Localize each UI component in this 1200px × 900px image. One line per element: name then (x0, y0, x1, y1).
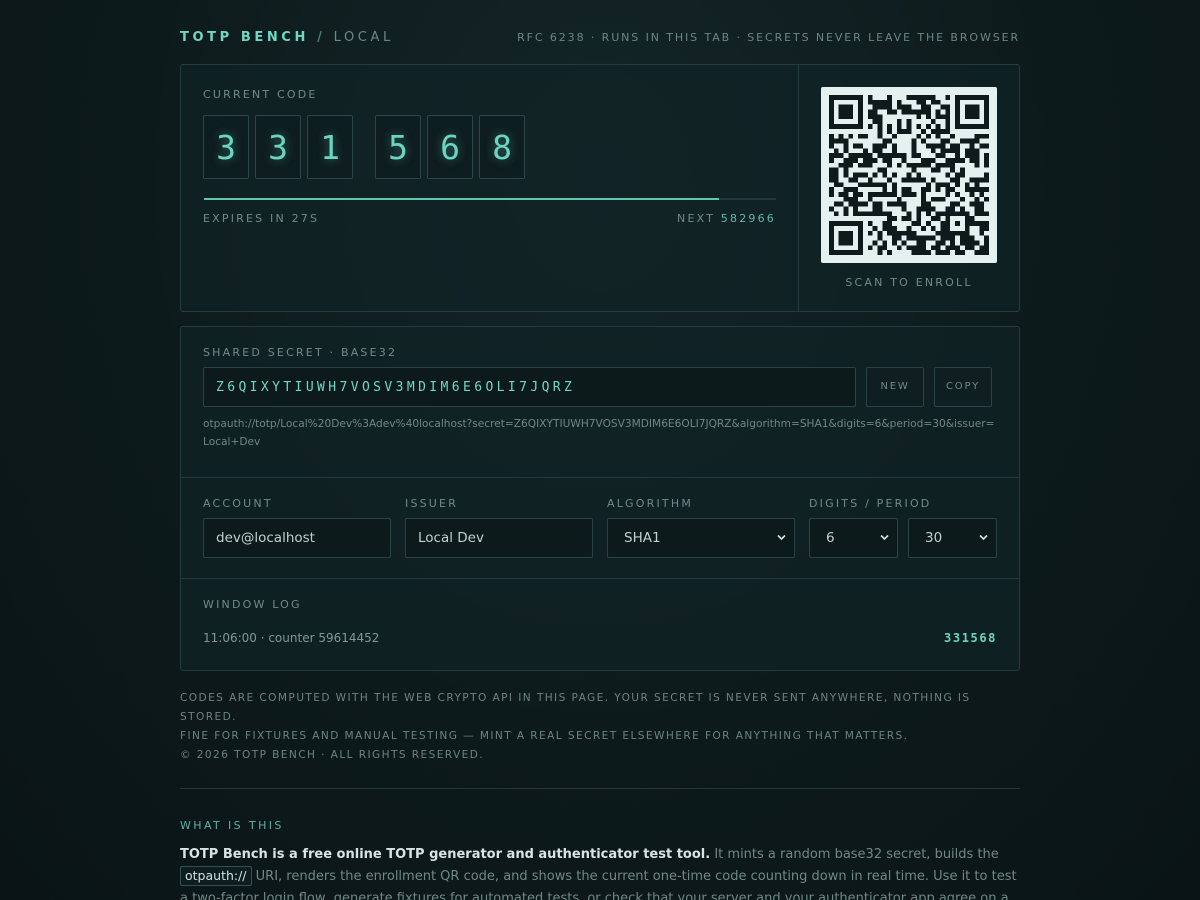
code-digit-3: 1 (307, 115, 353, 179)
note-line-1: CODES ARE COMPUTED WITH THE WEB CRYPTO A… (180, 692, 971, 723)
footer-divider (180, 788, 1020, 789)
code-digit-4: 5 (375, 115, 421, 179)
log-entry-code: 331568 (944, 631, 997, 645)
window-log-label: WINDOW LOG (203, 598, 302, 611)
chevron-down-icon (880, 533, 889, 542)
top-bar: TOTP BENCH / LOCAL RFC 6238 · RUNS IN TH… (180, 30, 1020, 46)
about-text: TOTP Bench is a free online TOTP generat… (180, 844, 1020, 900)
section-divider (181, 578, 1019, 579)
copyright: © 2026 TOTP BENCH · ALL RIGHTS RESERVED. (180, 749, 485, 761)
secret-label: SHARED SECRET · BASE32 (203, 346, 398, 359)
account-input[interactable]: dev@localhost (203, 518, 391, 558)
issuer-label: ISSUER (405, 497, 459, 510)
new-secret-button[interactable]: NEW (866, 367, 924, 407)
brand-name: TOTP BENCH (180, 30, 309, 45)
digits-select[interactable]: 6 (809, 518, 898, 558)
otpauth-uri[interactable]: otpauth://totp/Local%20Dev%3Adev%40local… (203, 415, 999, 451)
qr-code (821, 87, 997, 263)
qr-caption: SCAN TO ENROLL (845, 276, 973, 289)
code-card: CURRENT CODE 3 3 1 5 6 8 EXPIRES IN 27S … (180, 64, 1020, 312)
code-digit-1: 3 (203, 115, 249, 179)
about-text-1: It mints a random base32 secret, builds … (710, 847, 999, 862)
brand-separator: / (317, 30, 326, 45)
period-value: 30 (925, 530, 943, 546)
tagline: RFC 6238 · RUNS IN THIS TAB · SECRETS NE… (517, 31, 1020, 44)
next-code-label: NEXT (677, 212, 716, 225)
issuer-input[interactable]: Local Dev (405, 518, 593, 558)
chevron-down-icon (979, 533, 988, 542)
log-entry-time: 11:06:00 · counter 59614452 (203, 631, 380, 645)
footer-notes: CODES ARE COMPUTED WITH THE WEB CRYPTO A… (180, 689, 1020, 765)
environment-label: LOCAL (333, 30, 394, 45)
digits-value: 6 (826, 530, 835, 546)
expires-text: EXPIRES IN 27S (203, 212, 320, 225)
current-code-label: CURRENT CODE (203, 88, 318, 101)
secret-input[interactable] (203, 367, 856, 407)
code-digit-2: 3 (255, 115, 301, 179)
period-select[interactable]: 30 (908, 518, 997, 558)
qr-code-image (829, 95, 989, 255)
brand: TOTP BENCH / LOCAL (180, 30, 394, 45)
code-digit-5: 6 (427, 115, 473, 179)
about-lead: TOTP Bench is a free online TOTP generat… (180, 847, 711, 862)
qr-divider (798, 65, 799, 311)
next-code-value: 582966 (720, 212, 776, 225)
otpauth-code: otpauth:// (180, 866, 252, 886)
code-digit-6: 8 (479, 115, 525, 179)
account-label: ACCOUNT (203, 497, 273, 510)
algorithm-value: SHA1 (624, 530, 661, 546)
about-heading: WHAT IS THIS (180, 819, 284, 832)
copy-secret-button[interactable]: COPY (934, 367, 992, 407)
algorithm-label: ALGORITHM (607, 497, 694, 510)
qr-modules (829, 95, 989, 255)
next-code: NEXT 582966 (677, 212, 776, 225)
chevron-down-icon (777, 533, 786, 542)
digits-period-label: DIGITS / PERIOD (809, 497, 932, 510)
algorithm-select[interactable]: SHA1 (607, 518, 795, 558)
section-divider (181, 477, 1019, 478)
expiry-progress-bar (204, 198, 776, 200)
settings-card: SHARED SECRET · BASE32 NEW COPY otpauth:… (180, 326, 1020, 671)
note-line-2: FINE FOR FIXTURES AND MANUAL TESTING — M… (180, 730, 909, 742)
expiry-progress-fill (204, 198, 719, 200)
about-text-2: URI, renders the enrollment QR code, and… (180, 869, 1017, 900)
